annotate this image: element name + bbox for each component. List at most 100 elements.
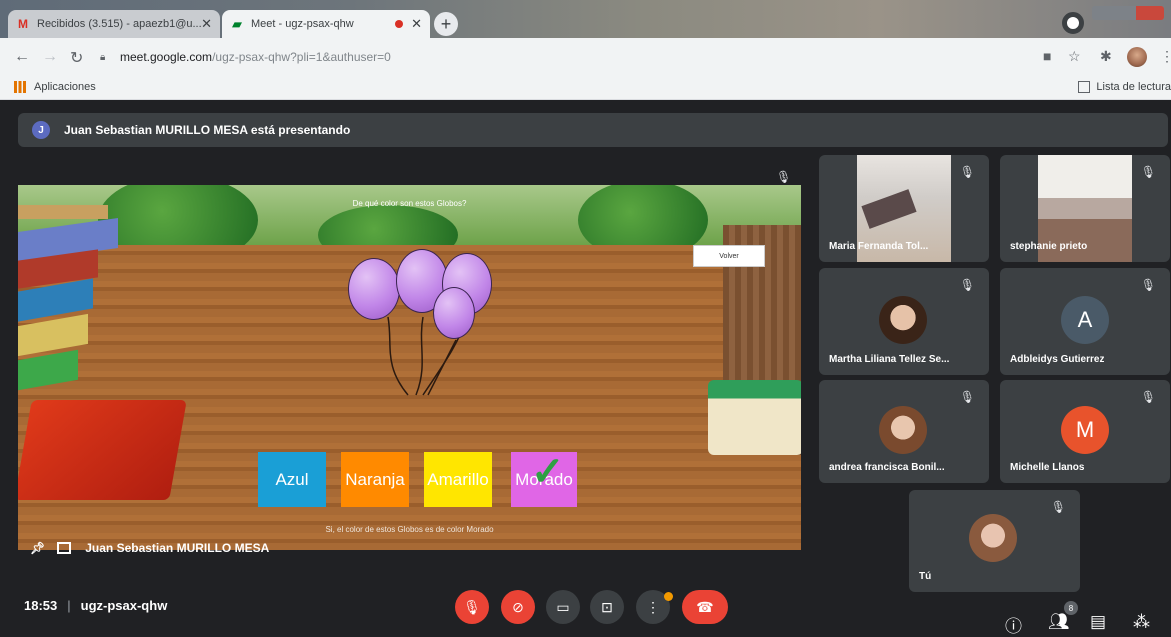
new-tab-button[interactable]: + [434, 12, 458, 36]
camera-in-use-icon[interactable]: ■ [1043, 48, 1051, 64]
mic-off-icon: 🎙︎ [1140, 278, 1156, 292]
participant-name: Adbleidys Gutierrez [1010, 354, 1105, 365]
apps-bookmark[interactable]: Aplicaciones [14, 81, 96, 93]
camera-off-icon: ⊘ [512, 598, 524, 615]
balloon-shape [348, 258, 400, 320]
reload-icon[interactable]: ↻ [70, 48, 83, 68]
participant-initial-avatar: M [1061, 406, 1109, 454]
participant-name: andrea francisca Bonil... [829, 462, 945, 473]
address-bar-row: ← → ↻ 🔒︎ meet.google.com/ugz-psax-qhw?pl… [0, 38, 1171, 76]
hang-up-icon: ☎ [696, 598, 714, 615]
mic-toggle-button[interactable]: 🎙︎ [455, 590, 489, 624]
meeting-code: ugz-psax-qhw [80, 598, 168, 613]
mic-off-icon: 🎙︎ [1140, 390, 1156, 404]
balloon-shape [433, 287, 475, 339]
mic-off-icon: 🎙︎ [959, 165, 975, 179]
mic-off-icon: 🎙︎ [1050, 500, 1066, 514]
lock-icon: 🔒︎ [100, 52, 106, 63]
participant-name: stephanie prieto [1010, 241, 1088, 252]
participant-name: Tú [919, 571, 932, 582]
presenter-label: 📌︎ Juan Sebastian MURILLO MESA [30, 541, 269, 555]
mic-off-icon: 🎙︎ [959, 278, 975, 292]
reading-list-label: Lista de lectura [1096, 81, 1171, 93]
participant-tile[interactable]: 🎙︎ Maria Fernanda Tol... [819, 155, 989, 262]
browser-tab-strip: M Recibidos (3.515) - apaezb1@u... ✕ ▰ M… [0, 0, 1171, 38]
notification-dot [664, 592, 673, 601]
info-icon[interactable]: ⓘ [1005, 612, 1022, 637]
profile-icon[interactable] [1062, 12, 1084, 34]
participant-tile[interactable]: M 🎙︎ Michelle Llanos [1000, 380, 1170, 483]
answer-naranja[interactable]: Naranja [341, 452, 409, 507]
more-vert-icon: ⋮ [646, 598, 660, 615]
presentation-screen: De qué color son estos Globos? Volver Az… [18, 185, 801, 550]
meeting-details: 18:53 | ugz-psax-qhw [24, 598, 167, 613]
participant-tile[interactable]: 🎙︎ Martha Liliana Tellez Se... [819, 268, 989, 375]
participant-initial-avatar: A [1061, 296, 1109, 344]
url-path: /ugz-psax-qhw?pli=1&authuser=0 [212, 50, 391, 64]
presenter-mic-muted-icon: 🎙︎ [776, 170, 792, 184]
checkmark-icon: ✓ [531, 450, 565, 494]
back-arrow-icon[interactable]: ← [14, 48, 30, 66]
recording-dot-icon [395, 20, 404, 28]
leave-call-button[interactable]: ☎ [682, 590, 728, 624]
participant-name: Martha Liliana Tellez Se... [829, 354, 950, 365]
meet-icon: ▰ [232, 17, 242, 31]
tab-gmail[interactable]: M Recibidos (3.515) - apaezb1@u... ✕ [8, 10, 220, 38]
activities-icon[interactable]: ⁂ [1133, 612, 1150, 632]
separator: | [67, 598, 71, 613]
url-host: meet.google.com [120, 50, 213, 64]
captions-button[interactable]: ▭ [546, 590, 580, 624]
bookmarks-bar: Aplicaciones Lista de lectura [0, 76, 1171, 100]
close-tab-icon[interactable]: ✕ [411, 16, 422, 32]
volver-button[interactable]: Volver [693, 245, 765, 267]
presentation-icon [57, 542, 72, 554]
participant-avatar [879, 296, 927, 344]
present-now-button[interactable]: ⊡ [590, 590, 624, 624]
presenting-text: Juan Sebastian MURILLO MESA está present… [64, 123, 351, 137]
pin-icon[interactable]: 📌︎ [30, 541, 45, 555]
red-book-illustration [18, 400, 187, 500]
window-close-button[interactable] [1136, 6, 1164, 20]
camera-toggle-button[interactable]: ⊘ [501, 590, 535, 624]
chat-icon[interactable]: ▤ [1090, 612, 1106, 632]
self-avatar [969, 514, 1017, 562]
participant-avatar [879, 406, 927, 454]
profile-avatar[interactable] [1127, 47, 1147, 67]
menu-dots-icon[interactable]: ⋮ [1160, 48, 1171, 65]
mic-off-icon: 🎙︎ [463, 598, 481, 615]
people-count-badge: 8 [1064, 601, 1078, 615]
quiz-question: De qué color son estos Globos? [352, 199, 467, 208]
present-icon: ⊡ [601, 598, 613, 615]
forward-arrow-icon[interactable]: → [42, 48, 58, 66]
participant-tile[interactable]: 🎙︎ andrea francisca Bonil... [819, 380, 989, 483]
quiz-feedback: Si, el color de estos Globos es de color… [325, 525, 494, 534]
presenter-avatar: J [32, 121, 50, 139]
apps-label: Aplicaciones [34, 81, 96, 93]
current-time: 18:53 [24, 598, 58, 613]
captions-icon: ▭ [556, 598, 570, 615]
participant-tile[interactable]: A 🎙︎ Adbleidys Gutierrez [1000, 268, 1170, 375]
answer-azul[interactable]: Azul [258, 452, 326, 507]
presenting-banner: J Juan Sebastian MURILLO MESA está prese… [18, 113, 1168, 147]
window-controls[interactable] [1092, 6, 1164, 20]
presenter-name: Juan Sebastian MURILLO MESA [85, 541, 270, 555]
close-tab-icon[interactable]: ✕ [201, 16, 212, 32]
people-icon[interactable]: 👥︎ [1048, 612, 1070, 632]
tab-title: Recibidos (3.515) - apaezb1@u... [37, 18, 202, 30]
apps-grid-icon [14, 81, 26, 93]
participant-name: Michelle Llanos [1010, 462, 1085, 473]
gmail-icon: M [18, 17, 28, 31]
mic-off-icon: 🎙︎ [1140, 165, 1156, 179]
self-tile[interactable]: 🎙︎ Tú [909, 490, 1080, 592]
answer-amarillo[interactable]: Amarillo [424, 452, 492, 507]
tab-meet[interactable]: ▰ Meet - ugz-psax-qhw ✕ [222, 10, 430, 38]
bookmark-star-icon[interactable]: ☆ [1068, 48, 1081, 65]
tab-title: Meet - ugz-psax-qhw [251, 18, 354, 30]
reading-list-icon [1078, 81, 1091, 93]
green-book-illustration [708, 380, 801, 455]
reading-list-button[interactable]: Lista de lectura [1078, 81, 1171, 93]
url-field[interactable]: 🔒︎ meet.google.com/ugz-psax-qhw?pli=1&au… [100, 44, 1020, 70]
extensions-icon[interactable]: ✱ [1100, 48, 1112, 65]
participant-name: Maria Fernanda Tol... [829, 241, 929, 252]
participant-tile[interactable]: 🎙︎ stephanie prieto [1000, 155, 1170, 262]
